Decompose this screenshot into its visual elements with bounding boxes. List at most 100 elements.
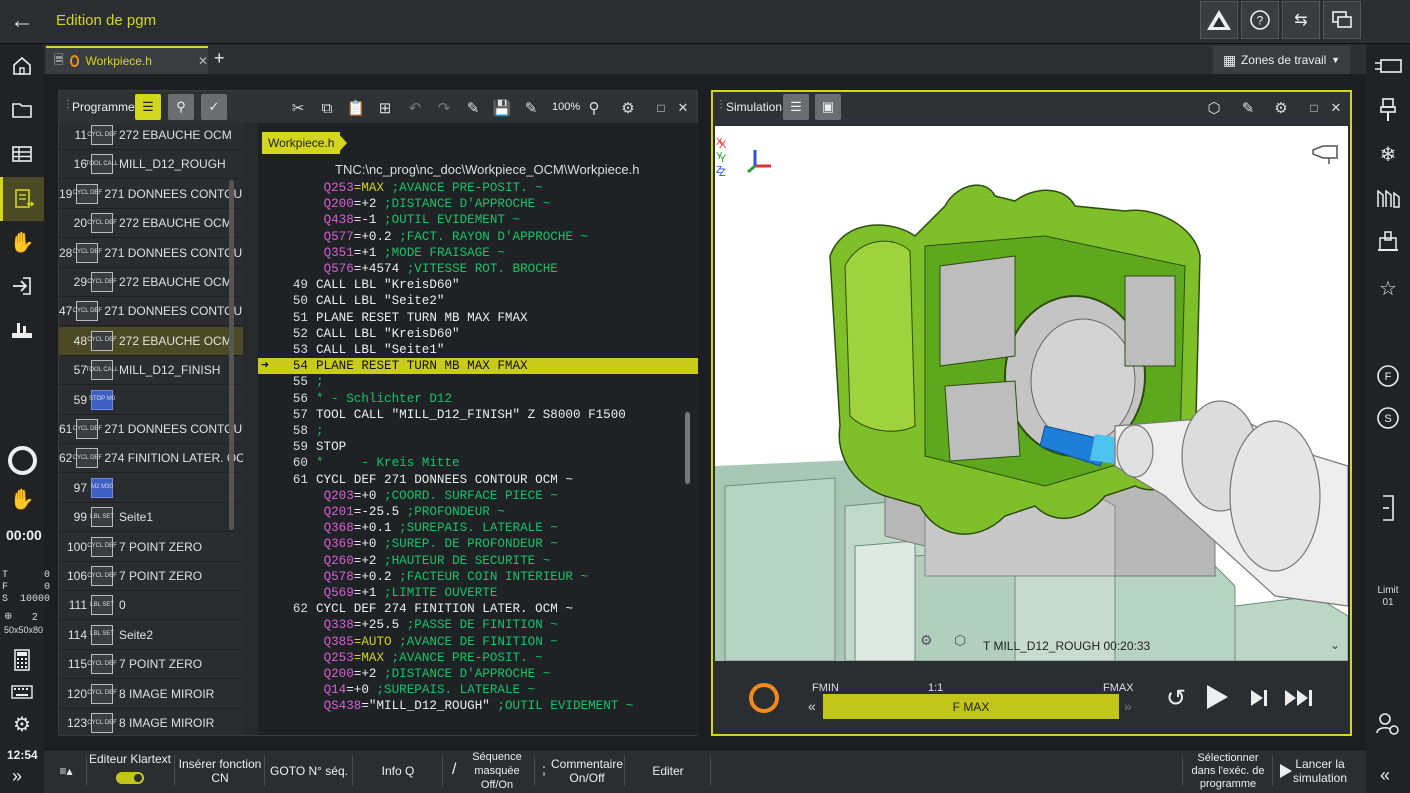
copy-icon[interactable]: ⧉ [316, 97, 338, 119]
code-line[interactable]: Q200=+2 ;DISTANCE D'APPROCHE ~ [258, 196, 698, 212]
editer-button[interactable]: Editer [628, 752, 708, 790]
close-tab-icon[interactable]: ✕ [198, 54, 208, 68]
machine-icon[interactable] [1366, 222, 1410, 262]
lancer-simulation-button[interactable]: Lancer la simulation [1293, 752, 1347, 790]
code-line[interactable]: Q569=+1 ;LIMITE OUVERTE [258, 585, 698, 601]
edit-settings-icon[interactable]: ✎ [1237, 97, 1259, 119]
settings-gear-icon[interactable]: ⚙ [0, 704, 44, 744]
code-line[interactable]: Q577=+0.2 ;FACT. RAYON D'APPROCHE ~ [258, 229, 698, 245]
structure-row[interactable]: 47 CYCL DEF 271 DONNEES CONTOUR [59, 297, 243, 327]
structure-row[interactable]: 97 M2 M30 [59, 474, 243, 503]
code-line[interactable]: 53 CALL LBL "Seite1" [258, 342, 698, 358]
feed-override-icon[interactable]: F [1366, 356, 1410, 396]
spindle-icon[interactable] [1366, 90, 1410, 130]
fast-forward-icon[interactable] [1283, 687, 1317, 714]
door-icon[interactable] [1366, 488, 1410, 528]
manual-hand-icon[interactable]: ✋ [0, 222, 44, 262]
feed-rate-slider[interactable]: F MAX [823, 694, 1119, 719]
klartext-toggle[interactable] [116, 772, 144, 784]
structure-row[interactable]: 61 CYCL DEF 271 DONNEES CONTOUR [59, 415, 243, 444]
tool-holder-icon[interactable] [1366, 46, 1410, 86]
code-line[interactable]: Q253=MAX ;AVANCE PRE-POSIT. ~ [258, 180, 698, 196]
save-as-icon[interactable]: ✎ [520, 97, 542, 119]
commentaire-button[interactable]: Commentaire On/Off [551, 752, 623, 790]
windows-icon[interactable] [1323, 1, 1361, 39]
structure-row[interactable]: 115 CYCL DEF 7 POINT ZERO [59, 650, 243, 680]
structure-list-icon[interactable]: ☰ [135, 94, 161, 120]
selectionner-button[interactable]: Sélectionner dans l'exéc. de programme [1186, 752, 1270, 790]
simulation-3d-view[interactable]: X Y Z [715, 126, 1348, 661]
structure-row[interactable]: 57 TOOL CALL MILL_D12_FINISH [59, 356, 243, 386]
code-line[interactable]: 55; [258, 374, 698, 390]
collapse-left-icon[interactable]: « [1380, 765, 1390, 786]
expand-right-icon[interactable]: » [12, 766, 22, 787]
code-line[interactable]: Q369=+0 ;SUREP. DE PROFONDEUR ~ [258, 536, 698, 552]
settings-gear-icon[interactable]: ⚙ [1270, 97, 1292, 119]
code-line[interactable]: Q338=+25.5 ;PASSE DE FINITION ~ [258, 617, 698, 633]
back-arrow-icon[interactable]: ← [10, 8, 36, 34]
structure-row[interactable]: 59 STOP M0 [59, 386, 243, 415]
coolant-snowflake-icon[interactable]: ❄ [1366, 134, 1410, 174]
code-line[interactable]: Q14=+0 ;SUREPAIS. LATERALE ~ [258, 682, 698, 698]
structure-row[interactable]: 120 CYCL DEF 8 IMAGE MIROIR [59, 680, 243, 709]
compare-icon[interactable]: ⊞ [374, 97, 396, 119]
list-view-icon[interactable]: ☰ [783, 94, 809, 120]
editor-scrollbar[interactable] [685, 412, 690, 484]
run-program-icon[interactable] [0, 266, 44, 306]
code-line[interactable]: 61 CYCL DEF 271 DONNEES CONTOUR OCM ~ [258, 472, 698, 488]
code-line[interactable]: 54 PLANE RESET TURN MB MAX FMAX ➜ [258, 358, 698, 375]
check-circle-icon[interactable]: ✓ [201, 94, 227, 120]
machine-setup-icon[interactable] [0, 310, 44, 350]
single-step-icon[interactable] [1248, 687, 1270, 714]
add-tab-icon[interactable]: + [214, 48, 225, 69]
drag-handle-icon[interactable]: ⋮ [716, 99, 726, 110]
code-line[interactable]: Q260=+2 ;HAUTEUR DE SECURITE ~ [258, 553, 698, 569]
user-settings-icon[interactable] [1366, 704, 1410, 744]
structure-row[interactable]: 48 CYCL DEF 272 EBAUCHE OCM [59, 326, 243, 356]
code-line[interactable]: 62 CYCL DEF 274 FINITION LATER. OCM ~ [258, 601, 698, 617]
code-line[interactable]: 57 TOOL CALL "MILL_D12_FINISH" Z S8000 F1… [258, 407, 698, 423]
code-line[interactable]: Q203=+0 ;COORD. SURFACE PIECE ~ [258, 488, 698, 504]
code-editor[interactable]: Q253=MAX ;AVANCE PRE-POSIT. ~ Q200=+2 ;D… [258, 123, 698, 735]
save-icon[interactable]: 💾 [491, 97, 513, 119]
code-line[interactable]: Q576=+4574 ;VITESSE ROT. BROCHE [258, 261, 698, 277]
menu-button[interactable]: ≡▴ [48, 752, 84, 790]
code-line[interactable]: Q201=-25.5 ;PROFONDEUR ~ [258, 504, 698, 520]
close-icon[interactable]: ✕ [672, 97, 694, 119]
structure-row[interactable]: 99 LBL SET Seite1 [59, 503, 243, 533]
structure-row[interactable]: 100 CYCL DEF 7 POINT ZERO [59, 533, 243, 562]
code-line[interactable]: 56 * - Schlichter D12 [258, 391, 698, 407]
code-line[interactable]: 60 * - Kreis Mitte [258, 455, 698, 471]
table-icon[interactable] [0, 134, 44, 174]
folder-icon[interactable] [0, 90, 44, 130]
slower-icon[interactable]: « [808, 698, 816, 714]
code-line[interactable]: 59 STOP [258, 439, 698, 455]
spindle-override-icon[interactable]: S [1366, 398, 1410, 438]
expand-down-icon[interactable]: ⌄ [1330, 638, 1340, 652]
editeur-klartext-button[interactable]: Editeur Klartext [88, 752, 172, 790]
undo-icon[interactable]: ↶ [404, 97, 426, 119]
structure-row[interactable]: 123 CYCL DEF 8 IMAGE MIROIR [59, 709, 243, 735]
structure-row[interactable]: 111 LBL SET 0 [59, 591, 243, 621]
code-line[interactable]: Q200=+2 ;DISTANCE D'APPROCHE ~ [258, 666, 698, 682]
reset-icon[interactable]: ↺ [1166, 684, 1186, 713]
code-line[interactable]: 51 PLANE RESET TURN MB MAX FMAX [258, 310, 698, 326]
code-line[interactable]: Q578=+0.2 ;FACTEUR COIN INTERIEUR ~ [258, 569, 698, 585]
tool-table-icon[interactable] [1366, 178, 1410, 218]
code-line[interactable]: Q385=AUTO ;AVANCE DE FINITION ~ [258, 634, 698, 650]
handwheel-icon[interactable]: ✋ [0, 479, 44, 519]
zoom-icon[interactable]: ⚲ [583, 97, 605, 119]
toolbox-icon[interactable]: ▣ [815, 94, 841, 120]
code-line[interactable]: 58; [258, 423, 698, 439]
settings-gear-icon[interactable]: ⚙ [617, 97, 639, 119]
structure-row[interactable]: 11 CYCL DEF 272 EBAUCHE OCM [59, 123, 243, 150]
goto-button[interactable]: GOTO N° séq. [268, 752, 350, 790]
structure-row[interactable]: 114 LBL SET Seite2 [59, 621, 243, 650]
code-line[interactable]: QS438="MILL_D12_ROUGH" ;OUTIL EVIDEMENT … [258, 698, 698, 714]
code-line[interactable]: 52 CALL LBL "KreisD60" [258, 326, 698, 342]
maximize-icon[interactable]: □ [1303, 97, 1325, 119]
info-q-button[interactable]: Info Q [356, 752, 440, 790]
structure-row[interactable]: 19 CYCL DEF 271 DONNEES CONTOUR [59, 180, 243, 209]
tab-workpiece[interactable]: 🗏 Workpiece.h ✕ [46, 46, 208, 74]
code-line[interactable]: 50 CALL LBL "Seite2" [258, 293, 698, 309]
